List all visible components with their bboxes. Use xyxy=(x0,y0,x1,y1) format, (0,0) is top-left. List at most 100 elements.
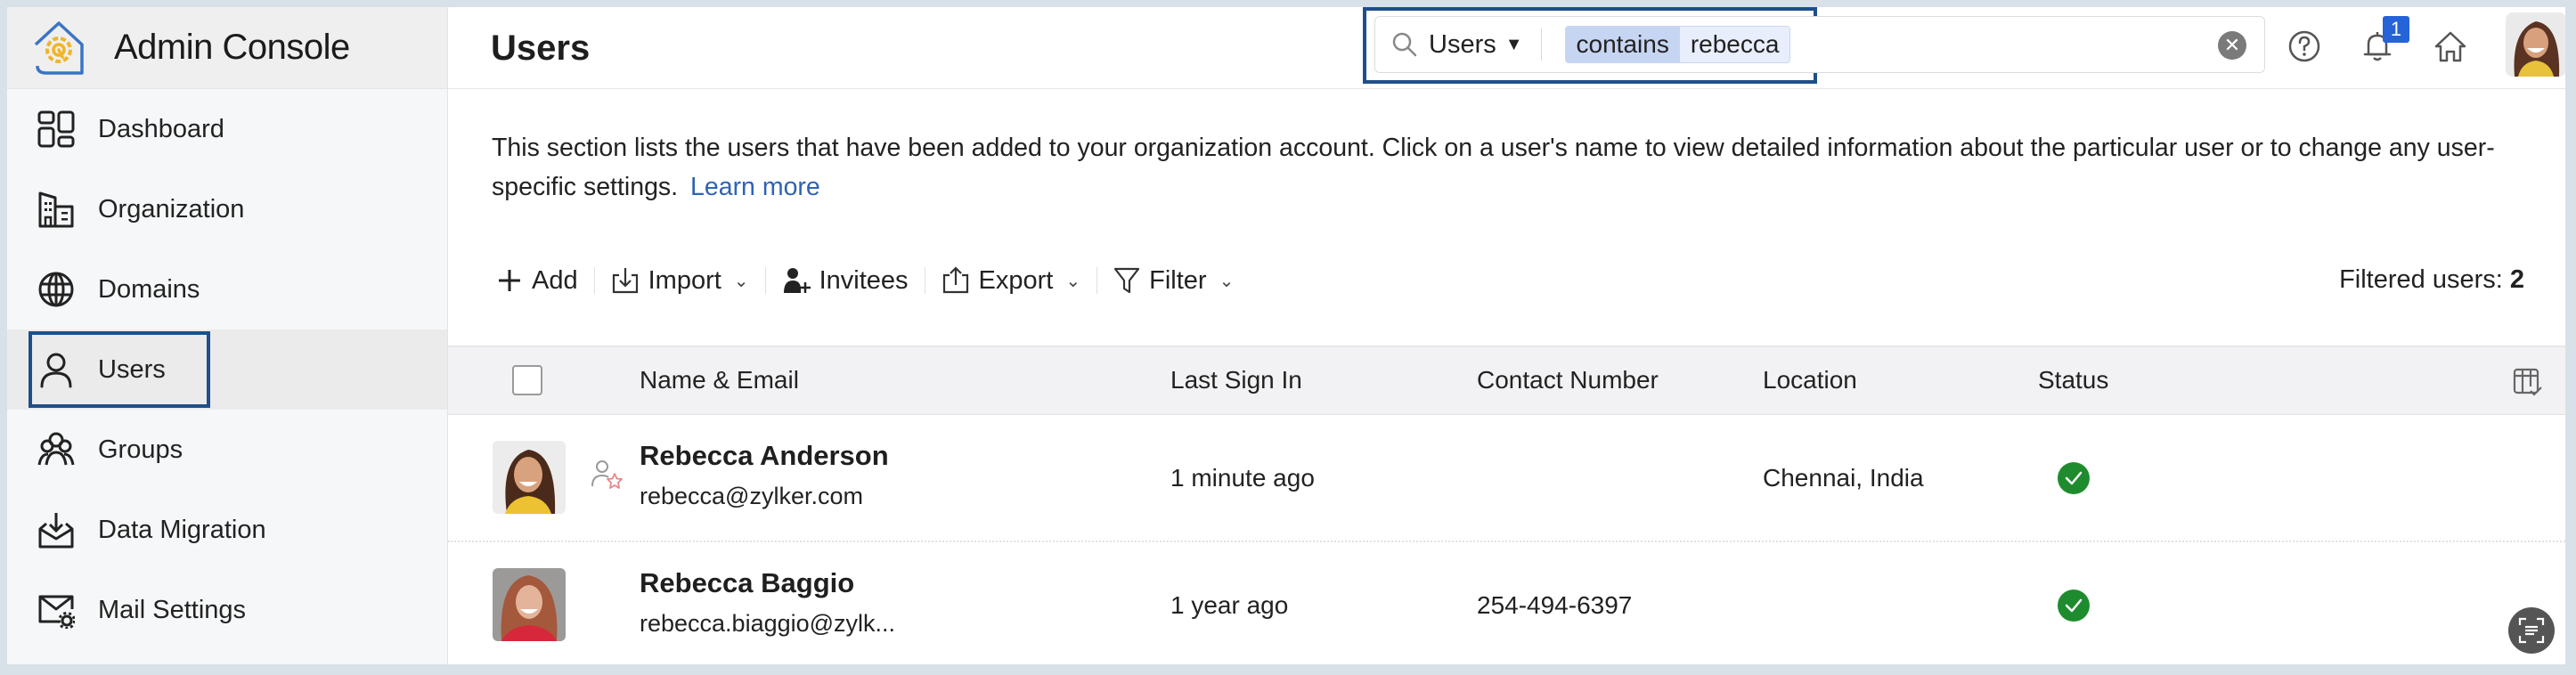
groups-icon xyxy=(37,432,75,466)
search-chip-operator: contains xyxy=(1565,27,1680,62)
clear-search-button[interactable]: ✕ xyxy=(2218,31,2246,60)
column-header-status[interactable]: Status xyxy=(2038,366,2108,394)
home-icon[interactable] xyxy=(2433,28,2468,64)
invitees-button[interactable]: Invitees xyxy=(770,266,921,296)
admin-role-icon xyxy=(591,460,623,489)
plus-icon xyxy=(499,270,520,291)
filtered-users-count: Filtered users: 2 xyxy=(2339,265,2524,295)
scan-text-icon xyxy=(2518,617,2545,644)
location: Chennai, India xyxy=(1763,464,1924,492)
table-row[interactable]: Rebecca Anderson rebecca@zylker.com 1 mi… xyxy=(448,415,2565,542)
export-icon xyxy=(942,266,968,294)
invitees-label: Invitees xyxy=(819,265,909,295)
help-icon[interactable] xyxy=(2287,28,2322,64)
close-icon: ✕ xyxy=(2223,34,2241,56)
globe-icon xyxy=(38,272,74,307)
column-settings-icon[interactable] xyxy=(2512,367,2542,397)
add-user-button[interactable]: Add xyxy=(484,266,591,296)
table-row[interactable]: Rebecca Baggio rebecca.biaggio@zylk... 1… xyxy=(448,542,2565,664)
profile-avatar[interactable] xyxy=(2506,12,2565,77)
avatar-photo-icon xyxy=(493,568,566,641)
sidebar-item-label: Mail Settings xyxy=(98,595,247,624)
user-email: rebecca@zylker.com xyxy=(640,483,863,509)
sidebar-item-mail-settings[interactable]: Mail Settings xyxy=(7,570,447,650)
sidebar-item-dashboard[interactable]: Dashboard xyxy=(7,89,447,169)
toolbar-divider xyxy=(764,267,766,294)
avatar-photo-icon xyxy=(2506,12,2565,77)
mail-settings-icon xyxy=(38,595,75,629)
filter-button[interactable]: Filter ⌄ xyxy=(1101,266,1246,296)
sidebar-nav: Dashboard Organization Domains Users Gro… xyxy=(7,89,447,650)
sidebar-item-users[interactable]: Users xyxy=(7,329,447,410)
app-title: Admin Console xyxy=(114,28,350,67)
contact-number: 254-494-6397 xyxy=(1477,591,1633,619)
column-header-contact-number[interactable]: Contact Number xyxy=(1477,366,1659,394)
inbox-download-icon xyxy=(38,513,74,549)
sidebar-item-label: Users xyxy=(98,354,166,384)
user-email: rebecca.biaggio@zylk... xyxy=(640,610,896,637)
column-header-location[interactable]: Location xyxy=(1763,366,1857,394)
sidebar-item-label: Domains xyxy=(98,274,200,304)
building-icon xyxy=(38,191,74,228)
avatar-photo-icon xyxy=(493,441,566,514)
export-button[interactable]: Export ⌄ xyxy=(929,266,1094,296)
last-sign-in: 1 year ago xyxy=(1170,591,1289,619)
import-label: Import xyxy=(648,265,721,295)
select-all-checkbox[interactable] xyxy=(512,365,542,395)
main-content: This section lists the users that have b… xyxy=(448,89,2565,664)
filter-label: Filter xyxy=(1149,265,1207,295)
import-icon xyxy=(612,268,638,294)
sidebar: Admin Console Dashboard Organization Dom… xyxy=(7,7,448,664)
brand-header: Admin Console xyxy=(7,7,447,89)
search-filter-chip[interactable]: contains rebecca xyxy=(1564,26,1791,63)
filtered-count: 2 xyxy=(2509,265,2524,294)
filtered-label: Filtered users: xyxy=(2339,265,2503,294)
user-icon xyxy=(40,353,72,388)
export-label: Export xyxy=(978,265,1054,295)
status-active-check-icon xyxy=(2058,462,2090,494)
admin-console-logo-icon xyxy=(34,20,84,75)
search-scope-dropdown[interactable]: Users ▼ xyxy=(1429,30,1523,60)
toolbar-divider xyxy=(593,267,595,294)
sidebar-item-data-migration[interactable]: Data Migration xyxy=(7,490,447,570)
search-scope-label: Users xyxy=(1429,29,1496,59)
dashboard-icon xyxy=(37,110,75,148)
column-header-last-sign-in[interactable]: Last Sign In xyxy=(1170,366,1302,394)
user-avatar xyxy=(493,568,566,641)
search-divider xyxy=(1540,28,1542,61)
sidebar-item-label: Organization xyxy=(98,194,245,224)
add-label: Add xyxy=(532,265,578,295)
sidebar-item-domains[interactable]: Domains xyxy=(7,249,447,329)
caret-down-icon: ▼ xyxy=(1504,34,1523,54)
sidebar-item-label: Dashboard xyxy=(98,114,224,143)
column-header-name-email[interactable]: Name & Email xyxy=(640,366,799,394)
chevron-down-icon: ⌄ xyxy=(1219,271,1235,291)
scan-assist-button[interactable] xyxy=(2508,607,2555,654)
toolbar-divider xyxy=(1096,267,1098,294)
page-title: Users xyxy=(491,28,591,68)
admin-console-app: Admin Console Dashboard Organization Dom… xyxy=(7,7,2565,664)
users-toolbar: Add Import ⌄ Invitees Export ⌄ Filter ⌄ xyxy=(484,260,1246,301)
search-icon xyxy=(1392,32,1417,57)
search-bar[interactable]: Users ▼ contains rebecca ✕ xyxy=(1374,16,2265,73)
user-name-link[interactable]: Rebecca Anderson xyxy=(640,440,889,472)
status-active-check-icon xyxy=(2058,590,2090,622)
user-avatar xyxy=(493,441,566,514)
learn-more-link[interactable]: Learn more xyxy=(690,173,820,201)
top-header: Users Users ▼ contains rebecca ✕ 1 xyxy=(448,7,2565,89)
sidebar-item-label: Data Migration xyxy=(98,515,266,544)
filter-icon xyxy=(1114,267,1140,294)
import-button[interactable]: Import ⌄ xyxy=(599,266,762,296)
sidebar-item-label: Groups xyxy=(98,435,183,464)
chevron-down-icon: ⌄ xyxy=(733,271,749,291)
chevron-down-icon: ⌄ xyxy=(1065,271,1081,291)
page-description: This section lists the users that have b… xyxy=(492,128,2531,207)
sidebar-item-organization[interactable]: Organization xyxy=(7,169,447,249)
last-sign-in: 1 minute ago xyxy=(1170,464,1315,492)
invitees-icon xyxy=(783,268,811,293)
sidebar-item-groups[interactable]: Groups xyxy=(7,410,447,490)
users-table-header: Name & Email Last Sign In Contact Number… xyxy=(448,346,2565,415)
notification-badge: 1 xyxy=(2383,16,2409,43)
user-name-link[interactable]: Rebecca Baggio xyxy=(640,567,854,599)
search-chip-value: rebecca xyxy=(1679,27,1790,62)
